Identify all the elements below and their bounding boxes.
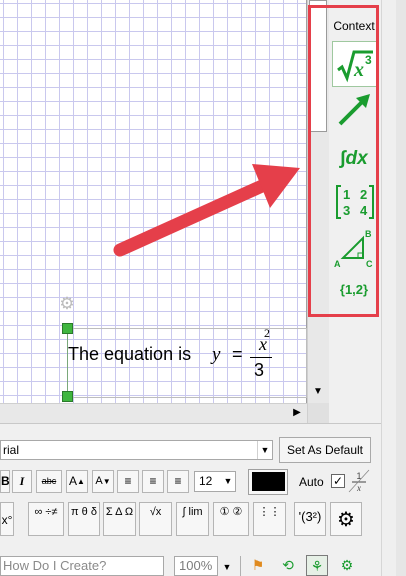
equation-equals: = (232, 344, 243, 364)
region-gear-icon[interactable]: ⚙ (58, 295, 76, 313)
statusbar-divider (240, 556, 241, 576)
zoom-select[interactable]: 100% (174, 556, 218, 576)
svg-text:x: x (356, 483, 361, 493)
tree-icon[interactable]: ⚘ (306, 555, 328, 576)
math-symbols-button[interactable]: Σ Δ Ω (103, 502, 136, 536)
math-units-button[interactable]: '(3²) (294, 502, 326, 536)
fraction-format-icon[interactable]: 1 x (347, 468, 371, 494)
align-left-icon[interactable]: ≡ (117, 470, 139, 493)
fraction: x 2 3 (250, 326, 276, 380)
align-center-icon[interactable]: ≡ (142, 470, 164, 493)
scroll-right-icon[interactable]: ▶ (289, 404, 305, 422)
math-greek-button[interactable]: π θ δ (68, 502, 100, 536)
panel-edge (396, 0, 406, 576)
bold-button[interactable]: B (0, 470, 10, 493)
equation-text: The equation is (68, 344, 192, 364)
math-numbering-button[interactable]: ① ② (213, 502, 249, 536)
italic-button[interactable]: I (12, 470, 32, 493)
grow-font-label: A (69, 474, 78, 488)
search-input[interactable]: How Do I Create? (0, 556, 164, 576)
shrink-font-label: A (95, 475, 103, 487)
grow-font-button[interactable]: A▲ (66, 470, 88, 493)
font-select[interactable]: rial (0, 440, 273, 460)
gear-icon[interactable]: ⚙ (336, 555, 358, 576)
scroll-down-icon[interactable]: ▼ (309, 384, 327, 400)
settings-gear-icon[interactable]: ⚙ (330, 502, 362, 536)
math-operators-button[interactable]: ∞ ÷≠ (28, 502, 64, 536)
horizontal-scrollbar[interactable] (0, 403, 307, 423)
math-radicals-button[interactable]: √x (139, 502, 172, 536)
shrink-font-button[interactable]: A▼ (92, 470, 114, 493)
chevron-down-icon[interactable]: ▼ (221, 472, 235, 491)
panel-highlight-frame (308, 5, 379, 317)
equation-variable: y (212, 344, 221, 365)
callout-arrow (113, 164, 300, 257)
auto-label: Auto (299, 475, 324, 489)
color-swatch (252, 472, 285, 491)
scroll-corner (307, 403, 329, 423)
auto-checkbox[interactable]: ✓ (331, 474, 345, 488)
history-icon[interactable]: ⟲ (277, 555, 299, 576)
fraction-numerator: x (259, 334, 267, 354)
math-calculus-button[interactable]: ∫ lim (176, 502, 209, 536)
fraction-denominator: 3 (254, 360, 265, 380)
region-handle-top[interactable] (62, 323, 73, 334)
fraction-exponent: 2 (264, 326, 270, 340)
math-matrix-button[interactable]: ⋮⋮ (253, 502, 286, 536)
fraction-bar (250, 357, 272, 358)
strikethrough-button[interactable]: abc (36, 470, 62, 493)
chevron-down-icon[interactable]: ▼ (220, 558, 234, 576)
math-superscript-button[interactable]: x° (0, 502, 14, 536)
flag-icon[interactable]: ⚑ (247, 555, 269, 576)
chevron-down-icon[interactable]: ▼ (257, 441, 272, 459)
set-as-default-button[interactable]: Set As Default (279, 437, 371, 463)
region-handle-bottom[interactable] (62, 391, 73, 402)
align-right-icon[interactable]: ≡ (167, 470, 189, 493)
